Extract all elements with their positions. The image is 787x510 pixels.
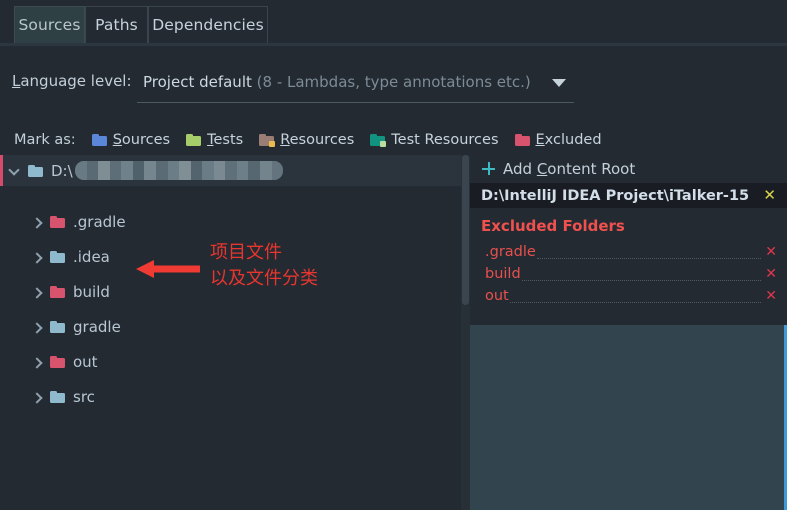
folder-icon [50,321,65,333]
folder-icon [50,356,65,368]
excluded-folder-name: .gradle [485,244,536,260]
remove-excluded-folder-icon[interactable]: ✕ [765,266,777,282]
content-roots-empty-area [470,325,787,510]
chevron-right-icon[interactable] [32,392,43,403]
tab-paths-label: Paths [95,16,138,34]
folder-icon [50,251,65,263]
remove-excluded-folder-icon[interactable]: ✕ [765,244,777,260]
mark-as-excluded[interactable]: Excluded [514,132,602,148]
tab-dependencies[interactable]: Dependencies [148,6,268,43]
mark-as-row: Mark as: Sources Tests Resources Test Re… [0,126,787,154]
mark-as-test-resources-label: Test Resources [391,132,499,148]
left-arrow-annotation [136,260,200,278]
tree-row-gradle-cache[interactable]: .gradle [0,207,470,237]
project-structure-sources-panel: Sources Paths Dependencies Language leve… [0,0,787,510]
content-root-path-row[interactable]: D:\IntelliJ IDEA Project\iTalker-15 ✕ [470,183,787,208]
language-level-value: Project default [143,73,252,91]
content-root-tree[interactable]: D:\ .gradle .idea build gradle out src [0,155,470,510]
folder-tests-icon [186,134,202,146]
excluded-folders-title: Excluded Folders [481,217,625,235]
language-level-combobox[interactable]: Project default (8 - Lambdas, type annot… [137,67,574,103]
dotted-leader [536,246,762,259]
dotted-leader [509,290,762,303]
chevron-down-icon[interactable] [552,79,566,87]
chevron-right-icon[interactable] [32,322,43,333]
selection-indicator [0,155,3,186]
tree-item-label: gradle [73,318,121,336]
mark-as-tests[interactable]: Tests [186,132,243,148]
folder-resources-icon [259,134,276,147]
tree-item-label: .gradle [73,213,126,231]
tree-item-label: src [73,388,95,406]
mark-as-label: Mark as: [14,132,76,148]
tab-bar: Sources Paths Dependencies [0,0,787,45]
content-root-path: D:\IntelliJ IDEA Project\iTalker-15 [481,187,750,204]
folder-icon [50,216,65,228]
add-content-root-button[interactable]: Add Content Root [470,155,787,182]
tree-row-gradle[interactable]: gradle [0,312,470,342]
tab-bar-underline [0,43,787,46]
tab-sources-label: Sources [18,16,81,34]
chevron-right-icon[interactable] [32,357,43,368]
folder-icon [50,286,65,298]
folder-test-resources-icon [370,134,387,147]
plus-icon [482,162,495,175]
chevron-down-icon[interactable] [10,165,21,176]
mark-as-resources-label: Resources [280,132,355,148]
tab-dependencies-label: Dependencies [152,16,264,34]
remove-excluded-folder-icon[interactable]: ✕ [765,288,777,304]
excluded-folder-name: build [485,266,521,282]
tree-scrollbar[interactable] [461,155,470,510]
folder-icon [50,391,65,403]
folder-excluded-icon [514,134,530,146]
annotation-line-1: 项目文件 [210,242,282,263]
mark-as-test-resources[interactable]: Test Resources [370,132,499,148]
tab-sources[interactable]: Sources [14,6,85,43]
tree-item-label: out [73,353,98,371]
annotation-text: 项目文件 以及文件分类 [210,240,318,292]
language-level-label: Language level: [12,72,132,90]
chevron-right-icon[interactable] [32,287,43,298]
tree-root-path: D:\ [51,161,73,180]
mark-as-sources[interactable]: Sources [91,132,171,148]
mark-as-excluded-label: Excluded [535,132,602,148]
folder-sources-icon [91,134,107,146]
language-level-hint: (8 - Lambdas, type annotations etc.) [256,73,531,91]
content-roots-panel: Add Content Root D:\IntelliJ IDEA Projec… [470,155,787,510]
chevron-right-icon[interactable] [32,252,43,263]
tree-scrollbar-thumb[interactable] [462,155,469,305]
excluded-folder-row[interactable]: build ✕ [470,263,787,285]
remove-content-root-icon[interactable]: ✕ [763,187,776,204]
redacted-path-mask [75,161,283,180]
folder-icon [28,164,43,177]
tab-paths[interactable]: Paths [85,6,148,43]
annotation-line-2: 以及文件分类 [210,268,318,289]
mark-as-tests-label: Tests [207,132,244,148]
excluded-folder-name: out [485,288,509,304]
tree-item-label: build [73,283,110,301]
mark-as-sources-label: Sources [112,132,171,148]
excluded-folder-row[interactable]: .gradle ✕ [470,241,787,263]
dotted-leader [521,268,762,281]
add-content-root-label: Add Content Root [503,159,636,178]
mark-as-resources[interactable]: Resources [259,132,354,148]
tree-row-src[interactable]: src [0,382,470,412]
language-level-row: Language level: Project default (8 - Lam… [0,60,787,112]
tree-item-label: .idea [73,248,110,266]
excluded-folder-row[interactable]: out ✕ [470,285,787,307]
tree-row-out[interactable]: out [0,347,470,377]
chevron-right-icon[interactable] [32,217,43,228]
